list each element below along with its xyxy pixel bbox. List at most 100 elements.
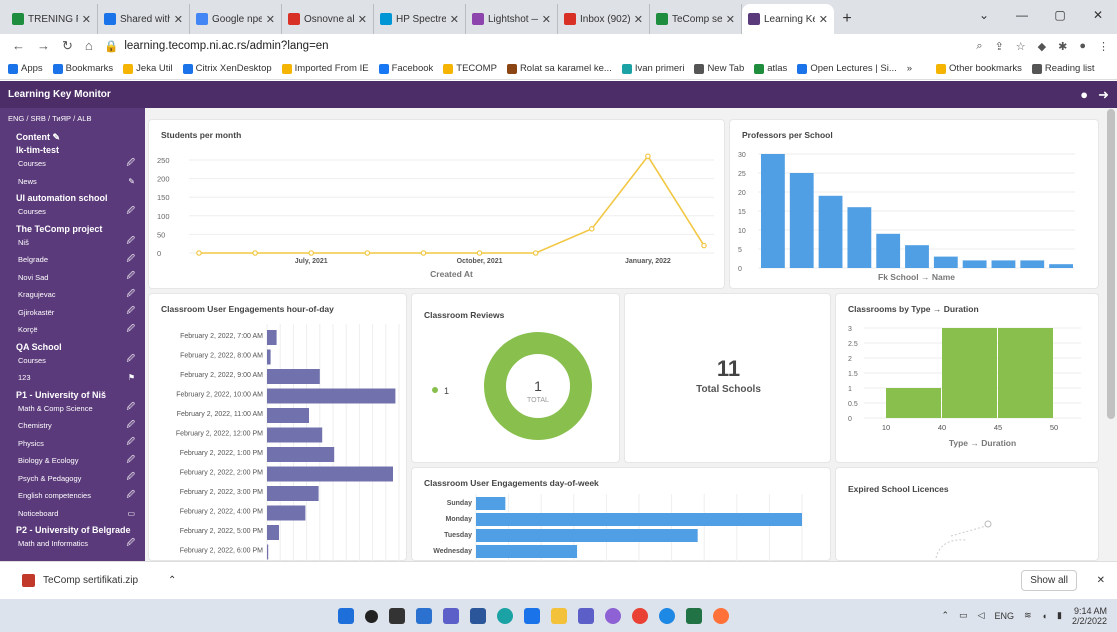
edit-icon[interactable]: 🖉	[126, 436, 135, 450]
star-icon[interactable]: ☆	[1016, 40, 1026, 53]
sidebar-item[interactable]: Psych & Pedagogy 🖉	[0, 470, 145, 488]
avatar[interactable]: ●	[1079, 40, 1086, 52]
edit-icon[interactable]: 🖉	[126, 454, 135, 468]
edit-icon[interactable]: 🖉	[126, 419, 135, 433]
bookmark-item[interactable]: »	[907, 63, 912, 74]
sidebar-item[interactable]: Belgrade 🖉	[0, 251, 145, 269]
close-tab-icon[interactable]: ✕	[266, 13, 275, 26]
wifi-icon[interactable]: ≋	[1024, 610, 1032, 621]
close-tab-icon[interactable]: ✕	[819, 13, 828, 26]
explorer-icon[interactable]	[551, 607, 567, 624]
sidebar-item[interactable]: Courses 🖉	[0, 203, 145, 221]
language-indicator[interactable]: ENG	[995, 611, 1015, 621]
edit-icon[interactable]: ⚑	[128, 373, 135, 382]
chevron-down-icon[interactable]: ⌄	[965, 0, 1003, 30]
close-tab-icon[interactable]: ✕	[82, 13, 91, 26]
bookmark-item[interactable]: atlas	[754, 63, 787, 74]
user-icon[interactable]: ●	[1080, 87, 1088, 102]
bookmark-item[interactable]: Rolat sa karamel ke...	[506, 63, 612, 74]
sidebar-item[interactable]: Physics 🖉	[0, 435, 145, 453]
edge-icon[interactable]	[497, 607, 513, 624]
bookmark-item[interactable]: Open Lectures | Si...	[797, 63, 897, 74]
bookmark-item[interactable]: Bookmarks	[52, 63, 113, 74]
edit-icon[interactable]: 🖉	[126, 353, 135, 367]
close-tab-icon[interactable]: ✕	[634, 13, 643, 26]
forward-icon[interactable]: →	[37, 38, 50, 54]
language-switcher[interactable]: ENG / SRB / ТиЯР / ALB	[0, 108, 145, 129]
browser-tab[interactable]: TRENING FF - ✕	[6, 4, 98, 34]
widgets-icon[interactable]	[416, 607, 432, 624]
close-tab-icon[interactable]: ✕	[726, 13, 735, 26]
sidebar-item[interactable]: Courses 🖉	[0, 155, 145, 173]
new-tab-button[interactable]: +	[834, 4, 860, 34]
bookmark-item[interactable]: Facebook	[378, 63, 433, 74]
sidebar-item[interactable]: English competencies 🖉	[0, 487, 145, 505]
home-icon[interactable]: ⌂	[85, 38, 93, 54]
bookmark-item[interactable]: Other bookmarks	[936, 63, 1022, 74]
volume-icon[interactable]: ◖	[1042, 611, 1047, 621]
edit-icon[interactable]: 🖉	[126, 253, 135, 267]
edit-icon[interactable]: 🖉	[126, 537, 135, 551]
edit-icon[interactable]: 🖉	[126, 489, 135, 503]
sidebar-item[interactable]: Noticeboard ▭	[0, 505, 145, 523]
bookmark-item[interactable]: TECOMP	[443, 63, 497, 74]
reload-icon[interactable]: ↻	[62, 38, 73, 54]
edit-icon[interactable]: 🖉	[126, 288, 135, 302]
sidebar-item[interactable]: Gjirokastër 🖉	[0, 304, 145, 322]
windows-start-icon[interactable]	[338, 607, 354, 624]
task-view-icon[interactable]	[389, 607, 405, 624]
app-icon[interactable]	[605, 607, 621, 624]
close-tab-icon[interactable]: ✕	[174, 13, 183, 26]
puzzle-icon[interactable]: ✱	[1058, 40, 1067, 53]
firefox-icon[interactable]	[713, 607, 729, 624]
browser-tab[interactable]: Lightshot — s ✕	[466, 4, 558, 34]
browser-tab[interactable]: Learning Key ✕	[742, 4, 834, 34]
edit-icon[interactable]: 🖉	[126, 157, 135, 171]
bookmark-item[interactable]: Apps	[8, 63, 43, 74]
logout-icon[interactable]: ➜	[1098, 87, 1109, 103]
browser-tab[interactable]: HP Spectre HF ✕	[374, 4, 466, 34]
bookmark-item[interactable]: Reading list	[1031, 63, 1095, 74]
bookmark-item[interactable]: Ivan primeri	[621, 63, 684, 74]
sidebar-item[interactable]: Kragujevac 🖉	[0, 286, 145, 304]
teams-icon[interactable]	[578, 607, 594, 624]
sidebar-item[interactable]: Biology & Ecology 🖉	[0, 452, 145, 470]
maximize-button[interactable]: ▢	[1041, 0, 1079, 30]
sidebar-item[interactable]: Chemistry 🖉	[0, 417, 145, 435]
sidebar-item[interactable]: Math and Informatics 🖉	[0, 535, 145, 553]
edit-icon[interactable]: ✎	[128, 177, 135, 186]
extension-icon[interactable]: ◆	[1038, 40, 1046, 53]
close-tab-icon[interactable]: ✕	[358, 13, 367, 26]
browser-tab[interactable]: TeComp sertifi ✕	[650, 4, 742, 34]
chat-icon[interactable]	[443, 607, 459, 624]
keyboard-icon[interactable]: ▭	[959, 610, 968, 621]
sidebar-item[interactable]: News ✎	[0, 173, 145, 191]
browser-tab[interactable]: Shared with m ✕	[98, 4, 190, 34]
sidebar-item[interactable]: Niš 🖉	[0, 234, 145, 252]
bookmark-item[interactable]: Jeka Util	[123, 63, 173, 74]
sidebar-item[interactable]: Courses 🖉	[0, 352, 145, 370]
close-tab-icon[interactable]: ✕	[450, 13, 459, 26]
store-icon[interactable]	[524, 607, 540, 624]
close-window-button[interactable]: ✕	[1079, 0, 1117, 30]
close-icon[interactable]: ✕	[1097, 575, 1105, 586]
edit-icon[interactable]: 🖉	[126, 323, 135, 337]
clock[interactable]: 9:14 AM 2/2/2022	[1072, 606, 1107, 626]
edit-icon[interactable]: ▭	[127, 509, 135, 518]
chevron-up-icon[interactable]: ⌃	[942, 610, 950, 621]
edit-icon[interactable]: 🖉	[126, 235, 135, 249]
zoom-icon[interactable]: ⌕	[976, 40, 982, 53]
chevron-up-icon[interactable]: ⌃	[168, 575, 176, 586]
back-icon[interactable]: ←	[12, 38, 25, 54]
edit-icon[interactable]: 🖉	[126, 205, 135, 219]
url-field[interactable]: 🔒 learning.tecomp.ni.ac.rs/admin?lang=en	[104, 39, 329, 53]
sidebar-item[interactable]: Math & Comp Science 🖉	[0, 400, 145, 418]
sidebar-item[interactable]: 123 ⚑	[0, 369, 145, 387]
bookmark-item[interactable]: New Tab	[694, 63, 744, 74]
excel-icon[interactable]	[686, 607, 702, 624]
chrome-icon[interactable]	[632, 607, 648, 624]
download-filename[interactable]: TeComp sertifikati.zip	[43, 575, 138, 586]
page-scrollbar[interactable]	[1107, 109, 1115, 419]
bookmark-item[interactable]: Imported From IE	[281, 63, 369, 74]
edit-icon[interactable]: 🖉	[126, 305, 135, 319]
